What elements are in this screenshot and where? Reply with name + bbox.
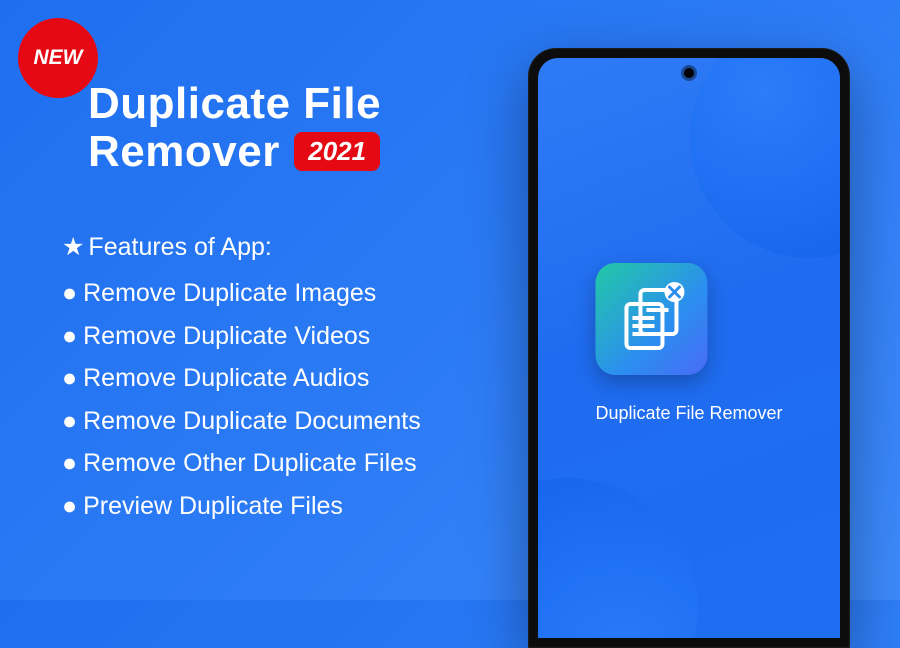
list-item: ●Remove Duplicate Audios bbox=[62, 357, 421, 400]
camera-icon bbox=[684, 68, 694, 78]
title-block: Duplicate File Remover 2021 bbox=[88, 80, 381, 175]
app-title-row2: Remover 2021 bbox=[88, 128, 381, 176]
phone-mockup: Duplicate File Remover bbox=[528, 48, 850, 648]
feature-text: Remove Duplicate Audios bbox=[83, 364, 369, 392]
star-icon: ★ bbox=[62, 233, 84, 261]
phone-app-name: Duplicate File Remover bbox=[595, 403, 782, 424]
bullet-icon: ● bbox=[62, 407, 77, 435]
bullet-icon: ● bbox=[62, 364, 77, 392]
bullet-icon: ● bbox=[62, 279, 77, 307]
new-badge: NEW bbox=[18, 18, 98, 98]
feature-text: Preview Duplicate Files bbox=[83, 492, 343, 520]
background-bubble bbox=[690, 58, 840, 258]
features-list: ★Features of App: ●Remove Duplicate Imag… bbox=[62, 232, 421, 527]
list-item: ●Remove Duplicate Documents bbox=[62, 400, 421, 443]
feature-text: Remove Duplicate Documents bbox=[83, 407, 421, 435]
background-bubble bbox=[538, 478, 698, 638]
list-item: ●Preview Duplicate Files bbox=[62, 485, 421, 528]
app-icon bbox=[595, 263, 707, 375]
new-badge-label: NEW bbox=[34, 46, 83, 70]
features-heading-text: Features of App: bbox=[88, 233, 271, 261]
app-title-line1: Duplicate File bbox=[88, 80, 381, 128]
bullet-icon: ● bbox=[62, 449, 77, 477]
list-item: ●Remove Duplicate Images bbox=[62, 272, 421, 315]
list-item: ●Remove Duplicate Videos bbox=[62, 315, 421, 358]
year-badge: 2021 bbox=[294, 132, 380, 171]
bullet-icon: ● bbox=[62, 492, 77, 520]
list-item: ●Remove Other Duplicate Files bbox=[62, 442, 421, 485]
feature-text: Remove Duplicate Videos bbox=[83, 322, 370, 350]
features-heading: ★Features of App: bbox=[62, 232, 421, 262]
bullet-icon: ● bbox=[62, 322, 77, 350]
duplicate-files-icon bbox=[612, 280, 690, 358]
feature-text: Remove Duplicate Images bbox=[83, 279, 376, 307]
feature-text: Remove Other Duplicate Files bbox=[83, 449, 416, 477]
app-icon-container: Duplicate File Remover bbox=[595, 263, 782, 424]
app-title-line2: Remover bbox=[88, 127, 280, 176]
phone-screen: Duplicate File Remover bbox=[538, 58, 840, 638]
